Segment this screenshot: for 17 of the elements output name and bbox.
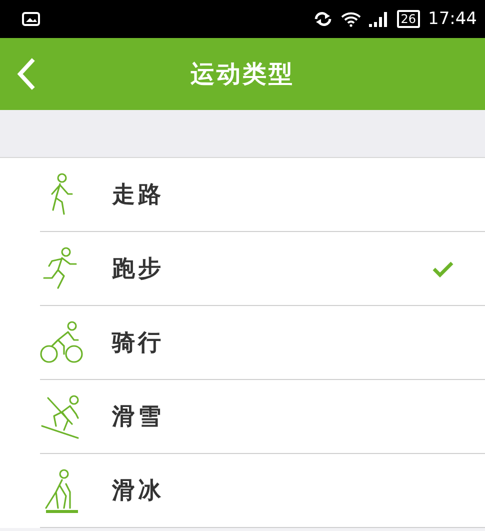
sport-item[interactable]: 滑雪 [40, 380, 485, 454]
sport-item[interactable]: 骑行 [40, 306, 485, 380]
image-icon [22, 12, 40, 26]
sync-icon [312, 11, 333, 27]
sport-label: 走路 [112, 181, 164, 210]
sport-label: 跑步 [112, 255, 164, 284]
signal-icon [368, 11, 389, 27]
battery-level: 26 [396, 10, 420, 28]
screen-title: 运动类型 [190, 59, 294, 90]
sport-label: 滑雪 [112, 403, 164, 432]
wifi-icon [340, 11, 361, 27]
clock-time: 17:44 [428, 9, 477, 29]
cyclist-icon [40, 320, 84, 366]
sport-label: 骑行 [112, 329, 164, 358]
back-icon [16, 58, 36, 90]
sport-item[interactable]: 滑冰 [40, 454, 485, 528]
sport-label: 滑冰 [112, 477, 164, 506]
